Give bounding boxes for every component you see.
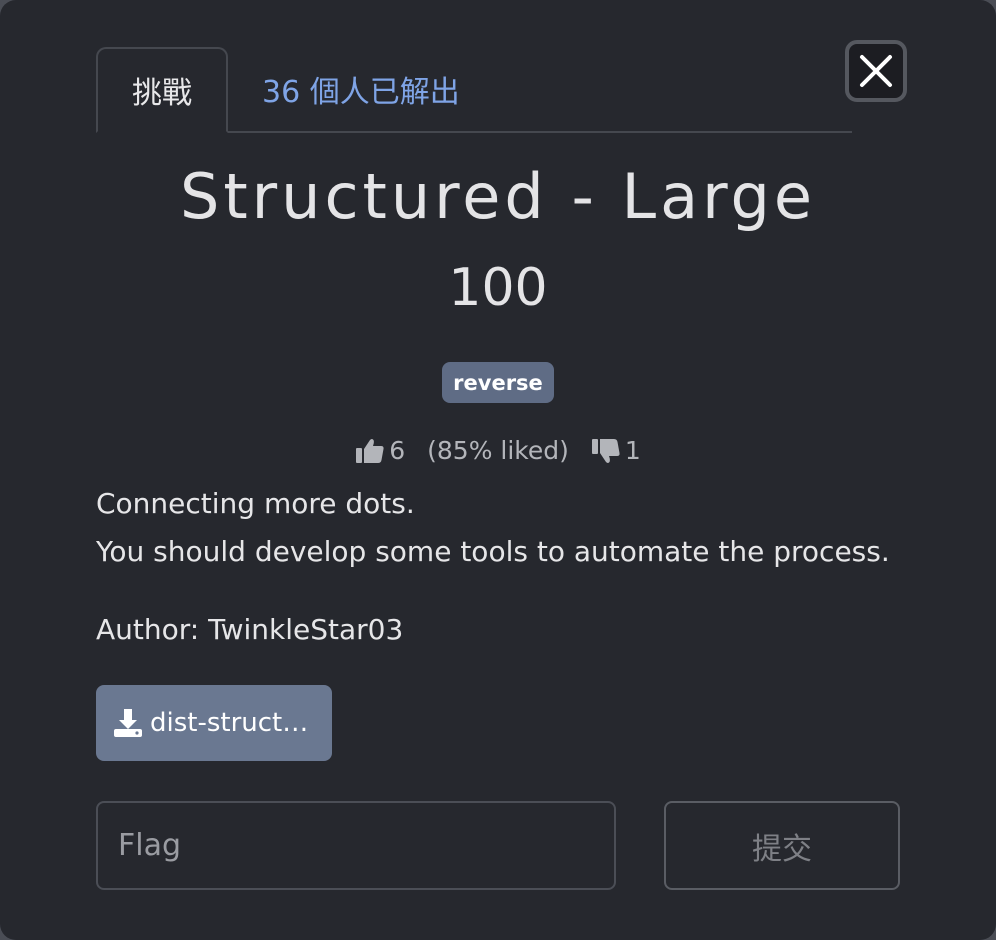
close-icon	[860, 55, 892, 87]
tab-bar: 挑戰 36 個人已解出	[96, 47, 852, 133]
file-name: dist-struct…	[150, 708, 309, 738]
description-line: Connecting more dots.	[96, 487, 415, 520]
author-line: Author: TwinkleStar03	[96, 613, 404, 646]
rating-row: 6 (85% liked) 1	[0, 436, 996, 465]
thumbs-down-icon[interactable]	[591, 437, 621, 465]
thumbs-up-icon[interactable]	[355, 437, 385, 465]
dislikes-count: 1	[624, 436, 641, 465]
tab-solves[interactable]: 36 個人已解出	[262, 47, 460, 131]
liked-percent: (85% liked)	[427, 436, 569, 465]
description-line: You should develop some tools to automat…	[96, 535, 890, 568]
category-tag: reverse	[442, 362, 554, 403]
flag-input[interactable]	[96, 801, 616, 890]
challenge-description: Connecting more dots. You should develop…	[96, 480, 916, 576]
download-icon	[114, 709, 142, 737]
challenge-points: 100	[448, 258, 548, 318]
challenge-modal: 挑戰 36 個人已解出 Structured - Large 100 rever…	[0, 0, 996, 940]
close-button[interactable]	[845, 40, 907, 102]
download-file-button[interactable]: dist-struct…	[96, 685, 332, 761]
submit-button[interactable]: 提交	[664, 801, 900, 890]
challenge-title: Structured - Large	[180, 160, 816, 233]
tab-challenge[interactable]: 挑戰	[96, 47, 228, 133]
likes-count: 6	[389, 436, 406, 465]
